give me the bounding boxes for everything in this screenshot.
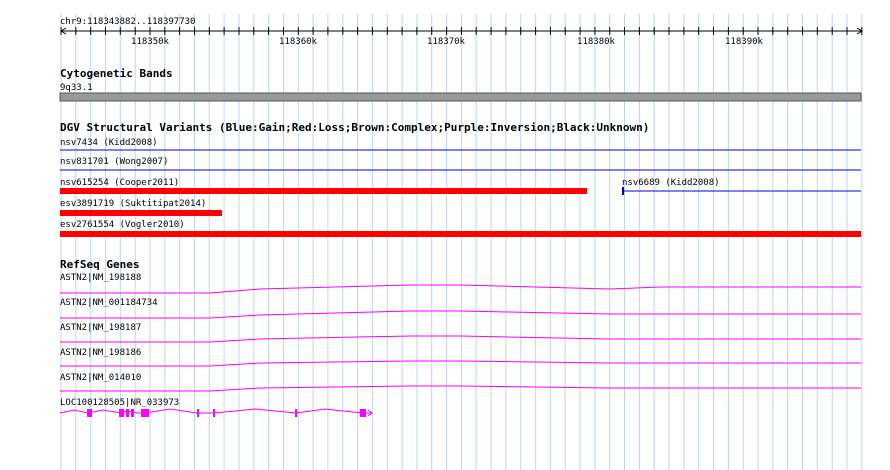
exons: [87, 409, 366, 417]
exon: [197, 409, 199, 417]
exon: [126, 409, 129, 417]
dgv-feature-label: nsv6689 (Kidd2008): [622, 178, 720, 188]
gene-model-nm-198187[interactable]: [60, 335, 861, 343]
ruler[interactable]: 118350k 118360k 118370k 118380k 118390k: [60, 27, 863, 47]
dgv-feature-esv2761554[interactable]: [60, 231, 861, 237]
refseq-track: RefSeq Genes ASTN2|NM_198188 ASTN2|NM_00…: [59, 258, 861, 417]
dgv-feature-label: nsv615254 (Cooper2011): [60, 178, 179, 188]
dgv-feature-label: esv2761554 (Vogler2010): [60, 220, 185, 230]
dgv-track: DGV Structural Variants (Blue:Gain;Red:L…: [60, 121, 861, 237]
exon: [131, 409, 134, 417]
dgv-feature-label: esv3891719 (Suktitipat2014): [60, 199, 206, 209]
ruler-tick-label: 118380k: [577, 37, 616, 47]
exon: [295, 409, 297, 417]
cytoband-bar[interactable]: [59, 92, 862, 102]
gene-label: ASTN2|NM_014010: [60, 373, 141, 383]
gene-label: ASTN2|NM_198187: [60, 323, 141, 333]
gene-label: ASTN2|NM_198186: [60, 348, 141, 358]
gene-label: ASTN2|NM_001184734: [60, 298, 158, 308]
dgv-feature-label: nsv831701 (Wong2007): [60, 157, 168, 167]
track-title: DGV Structural Variants (Blue:Gain;Red:L…: [60, 121, 649, 134]
grid-lines: [60, 14, 863, 470]
genome-browser-view: chr9:118343882..118397730 118350k 118360…: [59, 14, 863, 470]
gene-label: LOC100128505|NR_033973: [60, 398, 179, 408]
gene-model-nm-198186[interactable]: [60, 360, 861, 367]
ruler-tick-label: 118350k: [131, 37, 170, 47]
dgv-feature-label: nsv7434 (Kidd2008): [60, 138, 158, 148]
cytoband-track: Cytogenetic Bands 9q33.1: [59, 67, 862, 102]
exon: [141, 409, 149, 417]
gene-label: ASTN2|NM_198188: [60, 273, 141, 283]
ruler-tick-label: 118390k: [725, 37, 764, 47]
track-title: RefSeq Genes: [60, 258, 139, 271]
ruler-tick-label: 118370k: [427, 37, 466, 47]
track-title: Cytogenetic Bands: [60, 67, 173, 80]
dgv-feature-nsv615254[interactable]: [60, 188, 587, 194]
exon: [119, 409, 124, 417]
gene-model-nm-001184734[interactable]: [60, 310, 861, 319]
cytoband-label: 9q33.1: [60, 83, 93, 93]
ruler-tick-label: 118360k: [279, 37, 318, 47]
exon: [360, 409, 366, 417]
exon: [213, 409, 215, 417]
exon: [87, 409, 92, 417]
gene-model-nr-033973[interactable]: [59, 408, 373, 417]
gene-intron-line: [59, 408, 372, 414]
gene-model-nm-014010[interactable]: [60, 385, 861, 392]
gene-model-nm-198188[interactable]: [60, 284, 861, 294]
location-label: chr9:118343882..118397730: [60, 17, 195, 27]
dgv-feature-esv3891719[interactable]: [60, 210, 222, 216]
